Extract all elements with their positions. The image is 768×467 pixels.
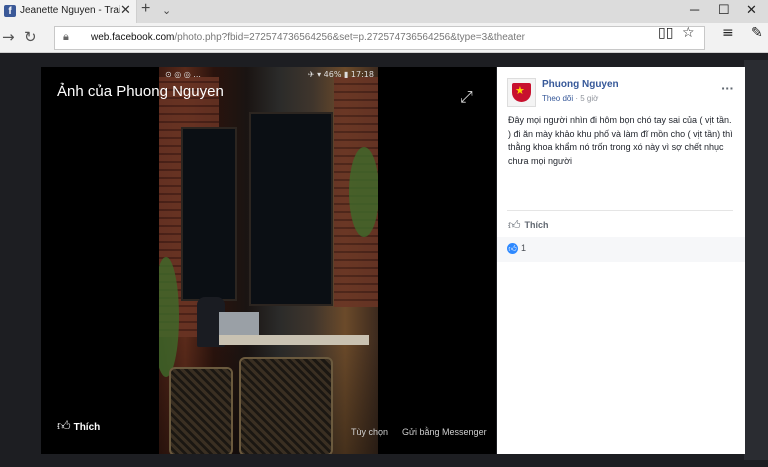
laptop: [219, 312, 259, 336]
post-detail-panel: ★ Phuong Nguyen Theo dõi · 5 giờ ··· Đây…: [497, 67, 745, 454]
tab-list-button[interactable]: ⌄: [162, 4, 171, 17]
minimize-button[interactable]: ─: [690, 2, 699, 17]
author-name[interactable]: Phuong Nguyen: [542, 79, 619, 90]
photo-viewer: ⊙ ◎ ◎ ... ✈ ▾ 46% ▮ 17:18 Ảnh của Phuong…: [41, 67, 496, 454]
post-meta: Theo dõi · 5 giờ: [542, 94, 599, 103]
viewer-title: Ảnh của Phuong Nguyen: [57, 83, 224, 100]
new-tab-button[interactable]: +: [141, 0, 150, 18]
maximize-button[interactable]: ☐: [718, 2, 730, 18]
viewer-like-button[interactable]: 👍︎ Thích: [57, 419, 100, 434]
favorite-star-icon[interactable]: ☆: [682, 25, 695, 41]
more-options-icon[interactable]: ···: [721, 82, 734, 95]
divider: [507, 210, 733, 211]
window-pane: [249, 112, 333, 306]
browser-tab[interactable]: f Jeanette Nguyen - Trai ✕: [0, 0, 137, 23]
like-button[interactable]: 👍︎ Thích: [508, 217, 549, 232]
options-link[interactable]: Tùy chọn: [351, 427, 388, 437]
follow-link[interactable]: Theo dõi: [542, 94, 573, 103]
window-pane: [181, 127, 237, 301]
avatar[interactable]: ★: [507, 78, 536, 107]
thumbs-up-icon: 👍︎: [57, 419, 71, 434]
hub-icon[interactable]: ≡: [722, 25, 734, 41]
post-time[interactable]: 5 giờ: [580, 94, 598, 103]
refresh-icon[interactable]: ↻: [24, 28, 37, 46]
address-bar-row: → ↻ 🔒︎ web.facebook.com/photo.php?fbid=2…: [0, 23, 768, 53]
window-close-button[interactable]: ✕: [746, 2, 757, 18]
tab-title: Jeanette Nguyen - Trai: [20, 5, 120, 16]
browser-tab-bar: f Jeanette Nguyen - Trai ✕ + ⌄ ─ ☐ ✕: [0, 0, 768, 23]
url-text: web.facebook.com/photo.php?fbid=27257473…: [91, 32, 525, 43]
notes-pen-icon[interactable]: ✎: [751, 25, 763, 41]
back-icon[interactable]: →: [2, 28, 15, 46]
phone-status-bar: ⊙ ◎ ◎ ... ✈ ▾ 46% ▮ 17:18: [165, 70, 374, 79]
rattan-chair: [169, 367, 233, 454]
fullscreen-icon[interactable]: ⤢: [460, 87, 473, 107]
reading-view-icon[interactable]: ▯▯: [658, 25, 673, 41]
facebook-favicon-icon: f: [4, 5, 16, 17]
tab-close-icon[interactable]: ✕: [120, 2, 131, 18]
background-sidebar: [744, 60, 768, 460]
post-photo[interactable]: ⊙ ◎ ◎ ... ✈ ▾ 46% ▮ 17:18: [159, 67, 378, 454]
reactions-bar: 👍︎ 1: [497, 237, 745, 262]
url-field[interactable]: 🔒︎ web.facebook.com/photo.php?fbid=27257…: [54, 26, 705, 50]
plant: [349, 147, 378, 237]
star-icon: ★: [515, 84, 525, 97]
rattan-chair: [239, 357, 333, 454]
cafe-table: [219, 335, 369, 345]
like-reaction-icon[interactable]: 👍︎: [507, 243, 518, 254]
send-messenger-link[interactable]: Gửi bằng Messenger: [402, 427, 487, 437]
thumbs-up-icon: 👍︎: [508, 218, 521, 232]
reaction-count[interactable]: 1: [521, 243, 526, 253]
lock-icon: 🔒︎: [63, 30, 69, 43]
post-text: Đây mọi người nhìn đi hôm bọn chó tay sa…: [508, 115, 733, 166]
